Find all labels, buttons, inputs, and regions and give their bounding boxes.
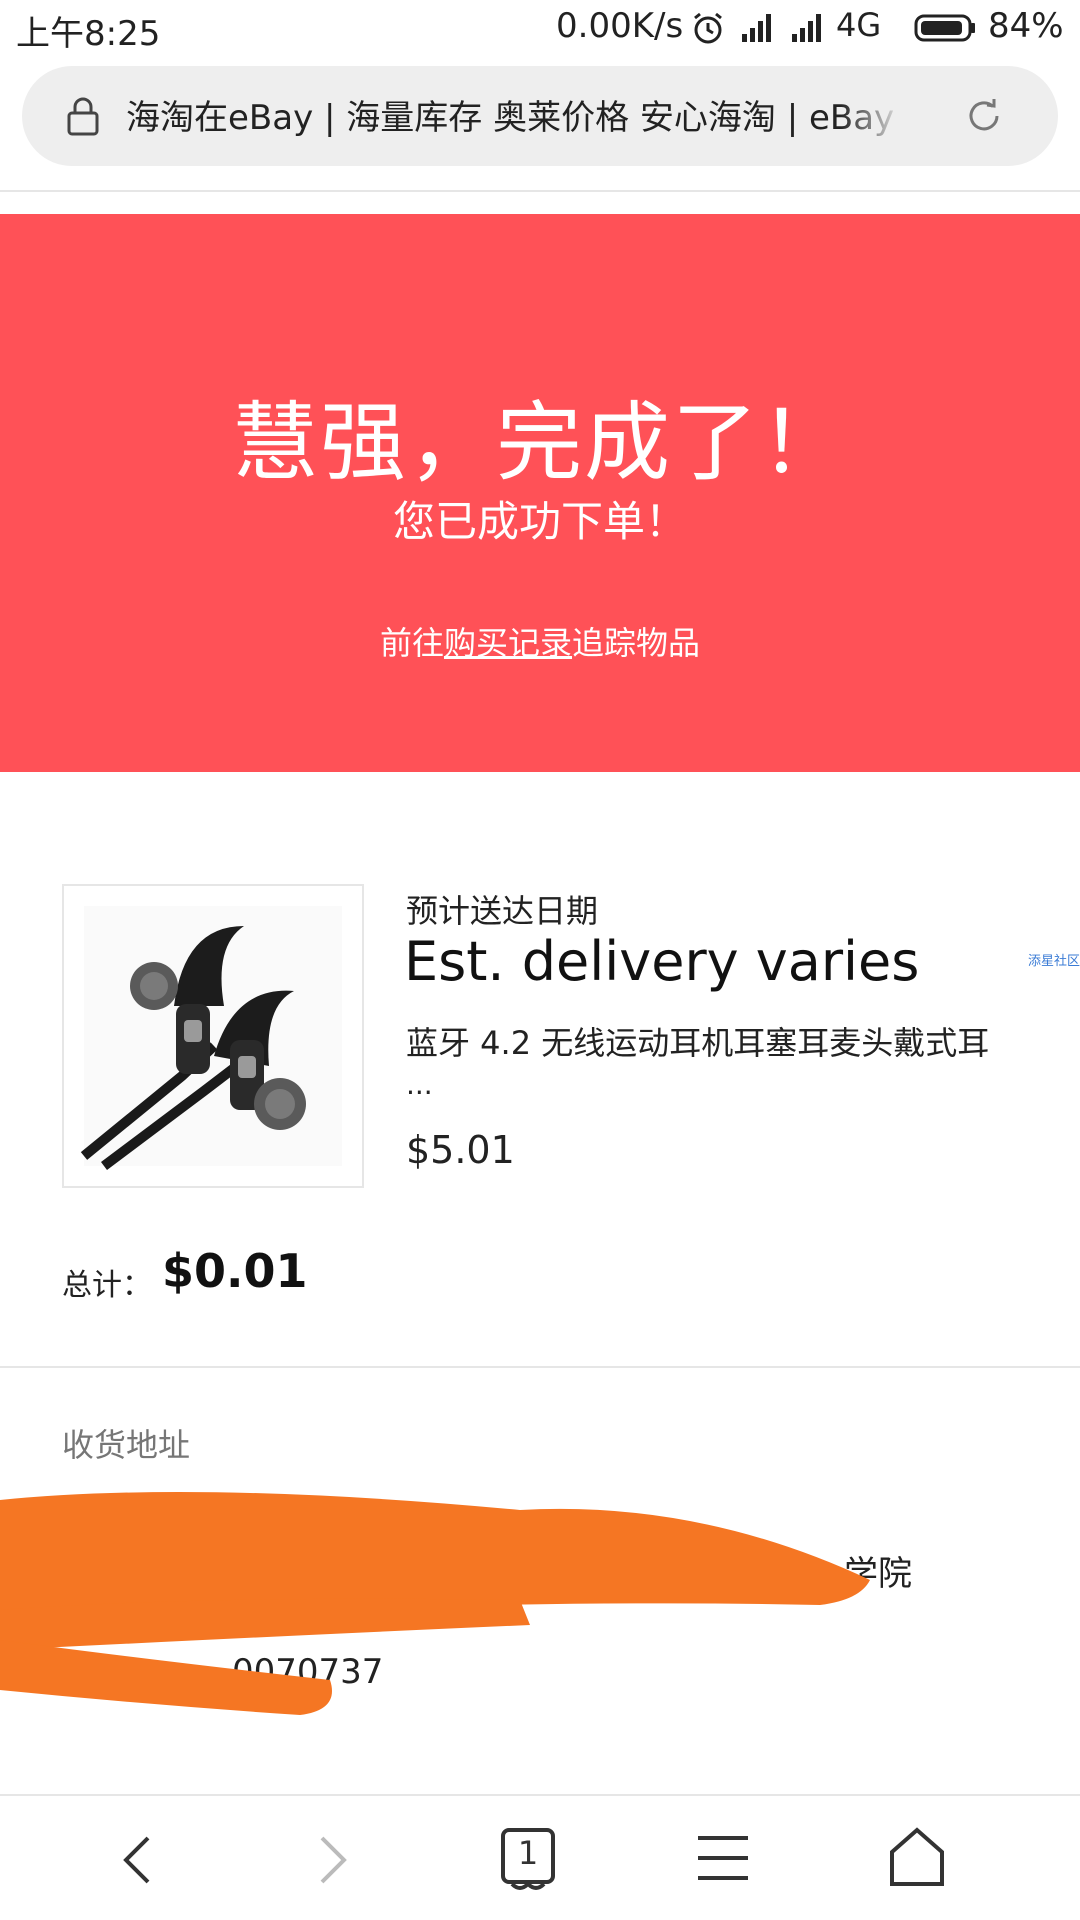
menu-icon[interactable] bbox=[696, 1832, 750, 1884]
signal-icon bbox=[742, 14, 771, 42]
status-time: 上午8:25 bbox=[16, 14, 161, 54]
earphones-image bbox=[80, 906, 342, 1170]
page-title[interactable]: 海淘在eBay | 海量库存 奥莱价格 安心海淘 | eBay bbox=[126, 90, 906, 139]
purchase-history-link[interactable]: 购买记录 bbox=[444, 624, 572, 662]
battery-icon bbox=[914, 14, 975, 42]
tab-count: 1 bbox=[517, 1834, 539, 1872]
product-image[interactable] bbox=[62, 884, 364, 1188]
watermark-badge: 添星社区 bbox=[1028, 954, 1080, 969]
battery-percent: 84% bbox=[988, 6, 1064, 46]
lock-icon bbox=[67, 97, 99, 136]
reload-icon[interactable] bbox=[964, 96, 1004, 136]
product-name[interactable]: 蓝牙 4.2 无线运动耳机耳塞耳麦头戴式耳 bbox=[406, 1018, 1026, 1064]
signal-icon bbox=[792, 14, 821, 42]
alarm-icon bbox=[694, 12, 722, 44]
product-price: $5.01 bbox=[406, 1128, 515, 1172]
prompt-suffix: 追踪物品 bbox=[572, 624, 701, 662]
total-value: $0.01 bbox=[162, 1244, 308, 1298]
header-divider bbox=[0, 190, 1080, 192]
back-icon[interactable] bbox=[112, 1830, 164, 1890]
hero-title: 慧强，完成了！ bbox=[232, 393, 848, 493]
redaction-scribble bbox=[0, 1492, 870, 1715]
prompt-prefix: 前往 bbox=[379, 624, 444, 662]
section-divider bbox=[0, 1366, 1080, 1368]
hero-subtitle: 您已成功下单！ bbox=[392, 497, 687, 546]
home-icon[interactable] bbox=[888, 1826, 946, 1888]
forward-icon[interactable] bbox=[306, 1830, 358, 1890]
delivery-value: Est. delivery varies bbox=[404, 930, 920, 993]
total-label: 总计： bbox=[62, 1268, 152, 1303]
network-speed: 0.00K/s bbox=[556, 6, 684, 46]
delivery-label: 预计送达日期 bbox=[406, 892, 599, 930]
purchase-history-prompt: 前往购买记录追踪物品 bbox=[0, 618, 1080, 664]
network-type: 4G bbox=[836, 6, 882, 44]
product-name-ellipsis: ... bbox=[406, 1068, 433, 1101]
title-fade bbox=[840, 86, 920, 146]
